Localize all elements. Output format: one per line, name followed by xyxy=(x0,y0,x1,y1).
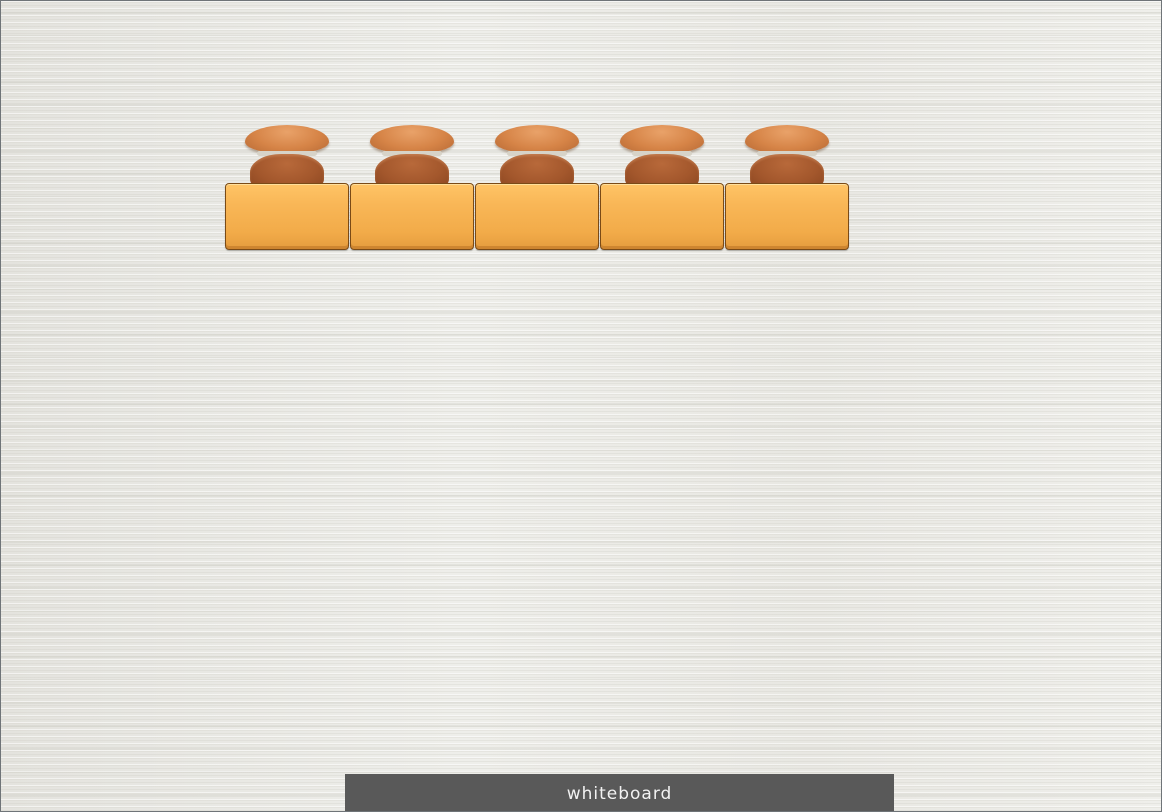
chair[interactable] xyxy=(620,125,704,187)
desk-station-1[interactable] xyxy=(225,125,351,251)
classroom-floor: whiteboard xyxy=(0,0,1162,812)
desk-station-2[interactable] xyxy=(350,125,476,251)
chair-back xyxy=(370,125,454,153)
chair-back xyxy=(620,125,704,153)
desk[interactable] xyxy=(725,183,849,250)
chair-back xyxy=(495,125,579,153)
desk-station-4[interactable] xyxy=(600,125,726,251)
chair[interactable] xyxy=(245,125,329,187)
desk-station-3[interactable] xyxy=(475,125,601,251)
whiteboard[interactable]: whiteboard xyxy=(345,774,894,811)
chair[interactable] xyxy=(370,125,454,187)
desk-station-5[interactable] xyxy=(725,125,851,251)
chair[interactable] xyxy=(745,125,829,187)
chair-back xyxy=(745,125,829,153)
chair-back xyxy=(245,125,329,153)
desk[interactable] xyxy=(475,183,599,250)
desk[interactable] xyxy=(600,183,724,250)
desk[interactable] xyxy=(350,183,474,250)
desk[interactable] xyxy=(225,183,349,250)
chair[interactable] xyxy=(495,125,579,187)
